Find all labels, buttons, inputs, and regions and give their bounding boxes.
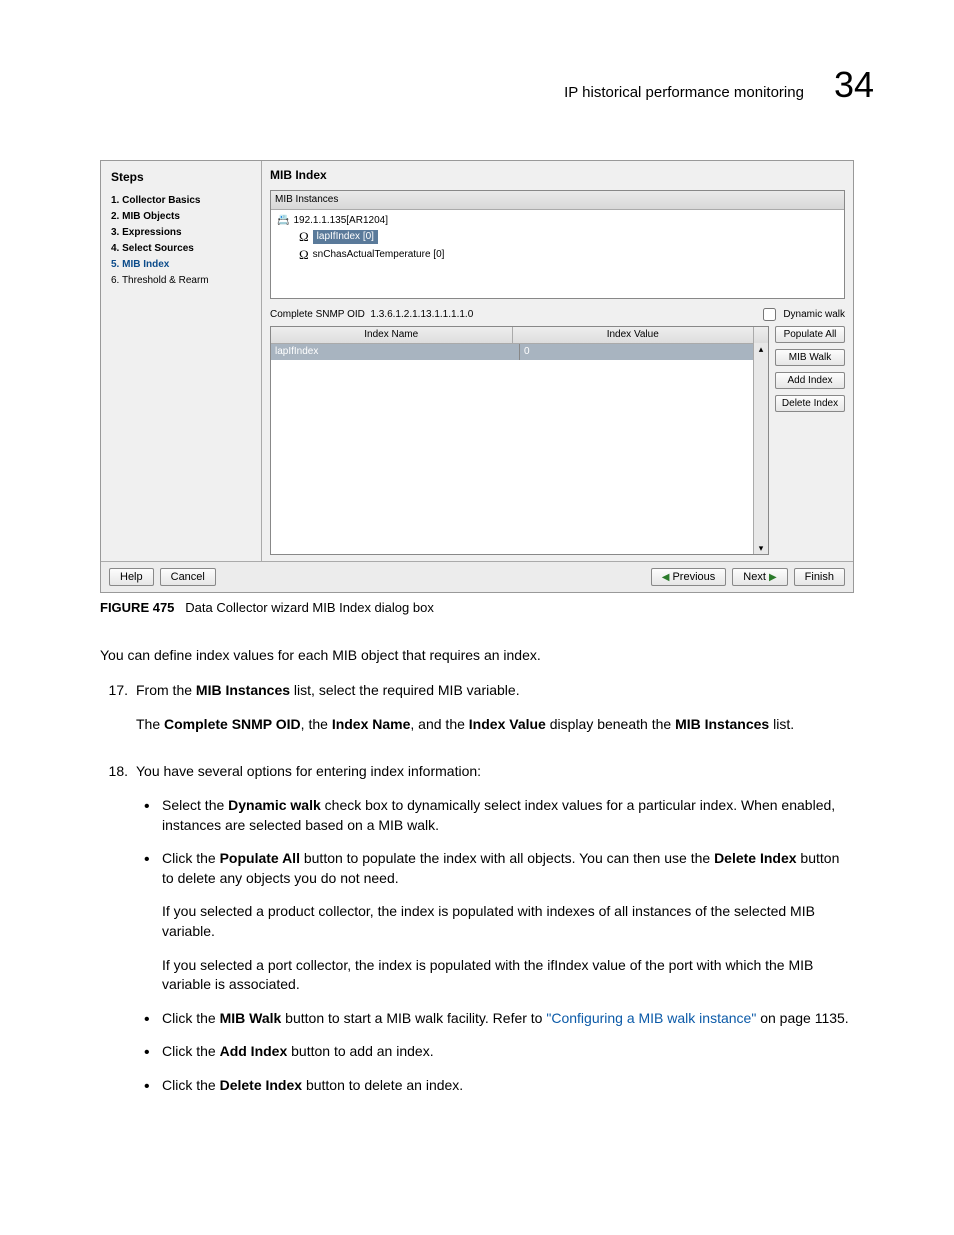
tree-root-label: 192.1.1.135[AR1204] <box>293 214 388 228</box>
scrollbar[interactable]: ▴ ▾ <box>753 343 768 554</box>
body-text: You can define index values for each MIB… <box>100 646 854 1110</box>
figure-caption: FIGURE 475 Data Collector wizard MIB Ind… <box>100 599 854 617</box>
bullet-dynamic-walk: Select the Dynamic walk check box to dyn… <box>162 796 854 835</box>
mib-walk-link[interactable]: "Configuring a MIB walk instance" <box>546 1010 756 1026</box>
cell-index-name: lapIfIndex <box>271 344 519 360</box>
cancel-button[interactable]: Cancel <box>160 568 216 586</box>
main-panel-title: MIB Index <box>270 167 845 184</box>
step-threshold-rearm[interactable]: 6. Threshold & Rearm <box>111 274 251 288</box>
bullet-delete-index: Click the Delete Index button to delete … <box>162 1076 854 1096</box>
dialog-footer: Help Cancel ◀ Previous Next ▶ Finish <box>101 561 853 592</box>
mib-instances-title: MIB Instances <box>271 191 844 210</box>
bullet-populate-all: Click the Populate All button to populat… <box>162 849 854 995</box>
tree-root[interactable]: 📇 192.1.1.135[AR1204] <box>277 214 838 228</box>
col-index-value[interactable]: Index Value <box>513 327 755 343</box>
step-17-body: From the MIB Instances list, select the … <box>136 681 854 748</box>
next-button[interactable]: Next ▶ <box>732 568 787 586</box>
dynamic-walk-label: Dynamic walk <box>783 308 845 322</box>
previous-button[interactable]: ◀ Previous <box>651 568 727 586</box>
finish-button[interactable]: Finish <box>794 568 845 586</box>
table-row[interactable]: lapIfIndex 0 <box>271 344 768 360</box>
page-header: IP historical performance monitoring 34 <box>80 60 874 110</box>
bullet-mib-walk: Click the MIB Walk button to start a MIB… <box>162 1009 854 1029</box>
tree-child-2-label: snChasActualTemperature [0] <box>313 248 445 262</box>
tree-child-1[interactable]: Ω lapIfIndex [0] <box>277 228 838 246</box>
step-mib-index[interactable]: 5. MIB Index <box>111 258 251 272</box>
step-18-body: You have several options for entering in… <box>136 762 854 1109</box>
tree-child-2[interactable]: Ω snChasActualTemperature [0] <box>277 246 838 264</box>
omega-icon: Ω <box>299 246 309 264</box>
dynamic-walk-input[interactable] <box>763 308 776 321</box>
mib-instances-tree[interactable]: 📇 192.1.1.135[AR1204] Ω lapIfIndex [0] Ω… <box>271 210 844 298</box>
dynamic-walk-checkbox[interactable]: Dynamic walk <box>759 305 845 324</box>
device-icon: 📇 <box>277 214 289 228</box>
main-panel: MIB Index MIB Instances 📇 192.1.1.135[AR… <box>262 161 853 561</box>
cell-index-value: 0 <box>519 344 768 360</box>
step-expressions[interactable]: 3. Expressions <box>111 226 251 240</box>
oid-label: Complete SNMP OID 1.3.6.1.2.1.13.1.1.1.1… <box>270 308 473 322</box>
step-18-number: 18. <box>100 762 128 1109</box>
step-select-sources[interactable]: 4. Select Sources <box>111 242 251 256</box>
scroll-up-icon[interactable]: ▴ <box>754 343 768 356</box>
mib-index-dialog: Steps 1. Collector Basics 2. MIB Objects… <box>100 160 854 593</box>
help-button[interactable]: Help <box>109 568 154 586</box>
delete-index-button[interactable]: Delete Index <box>775 395 845 412</box>
mib-instances-box: MIB Instances 📇 192.1.1.135[AR1204] Ω la… <box>270 190 845 299</box>
populate-all-button[interactable]: Populate All <box>775 326 845 343</box>
header-title: IP historical performance monitoring <box>564 82 804 103</box>
intro-paragraph: You can define index values for each MIB… <box>100 646 854 666</box>
bullet-add-index: Click the Add Index button to add an ind… <box>162 1042 854 1062</box>
step-collector-basics[interactable]: 1. Collector Basics <box>111 194 251 208</box>
mib-walk-button[interactable]: MIB Walk <box>775 349 845 366</box>
steps-panel: Steps 1. Collector Basics 2. MIB Objects… <box>101 161 262 561</box>
index-grid[interactable]: Index Name Index Value lapIfIndex 0 ▴ ▾ <box>270 326 769 555</box>
step-17-number: 17. <box>100 681 128 748</box>
tree-child-1-label: lapIfIndex [0] <box>313 230 378 244</box>
scroll-down-icon[interactable]: ▾ <box>754 542 768 555</box>
steps-title: Steps <box>111 169 251 186</box>
chapter-number: 34 <box>834 60 874 110</box>
omega-icon: Ω <box>299 228 309 246</box>
col-index-name[interactable]: Index Name <box>271 327 513 343</box>
add-index-button[interactable]: Add Index <box>775 372 845 389</box>
step-mib-objects[interactable]: 2. MIB Objects <box>111 210 251 224</box>
